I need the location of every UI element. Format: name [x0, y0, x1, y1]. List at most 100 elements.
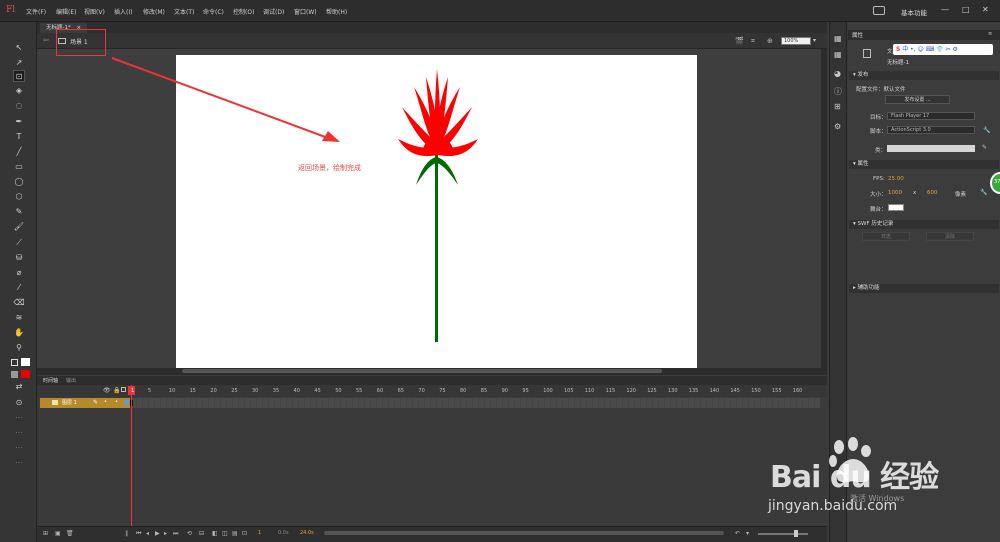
onion-skin-outline-icon[interactable]: ◫ — [222, 530, 228, 537]
publish-section-header[interactable]: ▾ 发布 — [849, 71, 999, 80]
grid-panel-icon[interactable]: ▦ — [834, 50, 842, 59]
log-button[interactable]: 日志 — [862, 232, 910, 241]
ime-toolbar[interactable]: S 中 •, ☺ ⌨ 👕 ✂ ⚙ — [893, 44, 993, 55]
script-label: 脚本： — [870, 129, 887, 135]
layer-outline-swatch[interactable] — [124, 400, 129, 405]
target-label: 目标： — [870, 115, 887, 121]
tab-properties[interactable]: 属性 — [852, 31, 863, 39]
document-name[interactable]: 无标题-1 — [887, 58, 909, 66]
layer-visible-dot[interactable]: • — [104, 399, 107, 405]
stage-color-swatch[interactable] — [888, 204, 904, 211]
onion-skin-icon[interactable]: ◧ — [212, 530, 218, 537]
timeline-tick-label: 70 — [418, 388, 425, 394]
script-select[interactable]: ActionScript 3.0 — [887, 126, 975, 134]
current-frame[interactable]: 1 — [258, 530, 261, 536]
document-settings-wrench-icon[interactable]: 🔧 — [980, 189, 987, 196]
center-frame-icon[interactable]: ⊟ — [199, 530, 204, 537]
accessibility-section-header[interactable]: ▸ 辅助功能 — [849, 284, 999, 293]
width-value[interactable]: 1000 — [888, 190, 902, 196]
timeline-ruler[interactable] — [37, 385, 827, 397]
watermark-url: jingyan.baidu.com — [768, 498, 898, 514]
outline-icon[interactable] — [121, 387, 126, 392]
timeline-tick-label: 40 — [293, 388, 300, 394]
class-label: 类： — [875, 148, 887, 154]
timeline-tick-label: 90 — [501, 388, 508, 394]
tab-timeline[interactable]: 时间轴 — [43, 377, 58, 384]
timeline-tick-label: 110 — [584, 388, 595, 394]
clear-button[interactable]: 清除 — [926, 232, 974, 241]
timeline-tick-label: 125 — [647, 388, 657, 394]
timeline-tick-label: 130 — [668, 388, 678, 394]
timeline-tick-label: 140 — [709, 388, 720, 394]
modify-markers-icon[interactable]: ⊡ — [242, 530, 247, 537]
info-icon[interactable]: ⓘ — [834, 86, 842, 97]
pause-icon[interactable]: ∥ — [125, 530, 128, 537]
step-back-icon[interactable]: ◂ — [146, 530, 149, 537]
size-x-label: x — [913, 190, 917, 196]
attributes-section-header[interactable]: ▾ 属性 — [849, 160, 999, 169]
pixel-unit-label: 像素 — [955, 192, 967, 198]
class-input[interactable] — [887, 145, 975, 152]
delete-layer-icon[interactable]: 🗑 — [66, 530, 74, 537]
publish-section-title: 发布 — [857, 72, 869, 78]
publish-settings-button[interactable]: 发布设置 ... — [885, 95, 950, 104]
new-layer-icon[interactable]: ⊞ — [43, 530, 48, 537]
target-select[interactable]: Flash Player 17 — [887, 112, 975, 120]
loop-icon[interactable]: ⟲ — [187, 530, 192, 537]
pencil-icon: ✎ — [93, 399, 99, 406]
timeline-horizontal-scrollbar[interactable] — [324, 531, 724, 535]
document-icon — [863, 49, 871, 58]
properties-tab-bar — [848, 30, 1000, 40]
stage-horizontal-scroll-thumb[interactable] — [182, 369, 662, 373]
fps-value[interactable]: 25.00 — [888, 176, 904, 182]
timeline-tick-label: 55 — [356, 388, 363, 394]
timeline-tick-label: 35 — [272, 388, 280, 394]
go-to-last-frame-icon[interactable]: ⏭ — [173, 530, 178, 538]
edit-class-pencil-icon[interactable]: ✎ — [982, 144, 987, 151]
new-folder-icon[interactable]: ▣ — [55, 530, 61, 537]
frame-rate[interactable]: 24.0s — [300, 530, 314, 536]
tab-output[interactable]: 输出 — [66, 377, 76, 384]
step-forward-icon[interactable]: ▸ — [164, 530, 167, 537]
sogou-logo-icon: S — [896, 46, 901, 53]
timeline-tick-label: 155 — [772, 388, 782, 394]
stage-vertical-scrollbar[interactable] — [821, 49, 827, 369]
lock-icon[interactable]: 🔒 — [113, 387, 120, 394]
eye-icon[interactable]: 👁 — [103, 387, 111, 394]
color-panel-icon[interactable]: ◕ — [834, 69, 841, 78]
timeline-tick-label: 45 — [314, 388, 321, 394]
layer-name[interactable]: 图层 1 — [62, 399, 77, 406]
timeline-tick-label: 5 — [148, 388, 152, 394]
edit-multiple-frames-icon[interactable]: ▤ — [232, 530, 238, 537]
stage-label: 舞台： — [870, 207, 887, 213]
profile-value: 默认文件 — [883, 87, 906, 93]
timeline-tick-label: 15 — [189, 388, 196, 394]
timeline-body[interactable] — [37, 408, 827, 525]
accessibility-section-title: 辅助功能 — [857, 285, 880, 291]
timeline-header — [37, 376, 827, 385]
swf-history-section-header[interactable]: ▾ SWF 历史记录 — [849, 220, 999, 229]
frame-grid[interactable] — [131, 398, 820, 408]
zoom-out-icon[interactable]: ▾ — [746, 530, 749, 537]
align-panel-icon[interactable]: ⊞ — [834, 102, 841, 111]
script-settings-wrench-icon[interactable]: 🔧 — [983, 127, 990, 134]
ime-status[interactable]: 中 •, ☺ ⌨ 👕 ✂ ⚙ — [902, 46, 958, 53]
layer-lock-dot[interactable]: • — [115, 399, 118, 405]
play-icon[interactable]: ▶ — [155, 530, 160, 537]
timeline-zoom-handle[interactable] — [794, 530, 798, 537]
undo-icon[interactable]: ↶ — [735, 530, 740, 537]
go-to-first-frame-icon[interactable]: ⏮ — [136, 530, 141, 538]
timeline-tick-label: 20 — [210, 388, 217, 394]
panel-menu-icon[interactable]: ≡ — [988, 31, 992, 37]
swf-history-section-title: SWF 历史记录 — [857, 221, 894, 227]
timeline-tick-label: 105 — [564, 388, 574, 394]
timeline-tick-label: 80 — [460, 388, 467, 394]
playhead-line — [131, 385, 132, 540]
baidu-jingyan-watermark: Bai du 经验 — [770, 460, 939, 495]
height-value[interactable]: 600 — [927, 190, 938, 196]
code-snippets-icon[interactable]: ⚙ — [834, 122, 841, 131]
layers-panel-icon[interactable]: ▦ — [834, 34, 842, 43]
timeline-zoom-slider[interactable] — [758, 533, 808, 535]
profile-label-text: 配置文件： — [856, 87, 884, 93]
attributes-section-title: 属性 — [857, 161, 869, 167]
